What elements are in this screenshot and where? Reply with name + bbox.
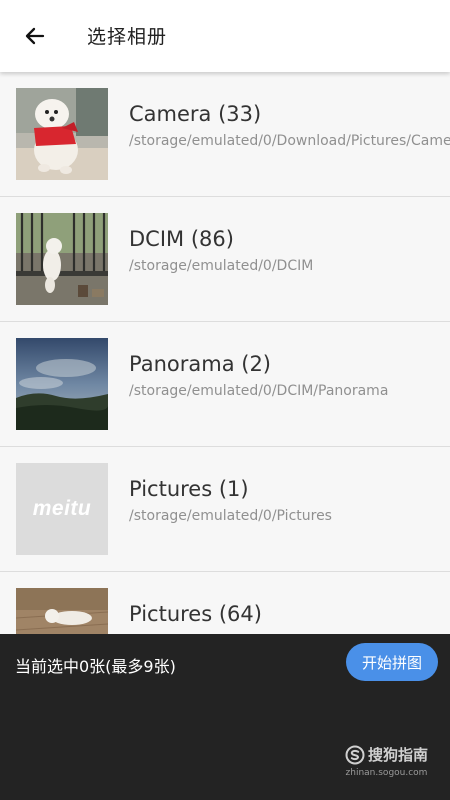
- album-name: Pictures (1): [129, 477, 249, 501]
- album-name: Panorama (2): [129, 352, 271, 376]
- album-thumbnail: [16, 213, 108, 305]
- album-item-camera[interactable]: Camera (33) /storage/emulated/0/Download…: [0, 72, 450, 197]
- selection-count-text: 当前选中0张(最多9张): [15, 657, 176, 676]
- album-list[interactable]: Camera (33) /storage/emulated/0/Download…: [0, 72, 450, 634]
- album-path: /storage/emulated/0/Download/Pictures/Ca…: [129, 133, 450, 149]
- album-thumbnail: [16, 338, 108, 430]
- album-path: /storage/emulated/0/Pictures: [129, 508, 332, 524]
- arrow-left-icon: [25, 27, 45, 45]
- dog-photo: [16, 88, 108, 180]
- album-thumbnail: meitu: [16, 463, 108, 555]
- dog-on-balcony-photo: [16, 213, 108, 305]
- watermark-domain: zhinan.sogou.com: [345, 768, 428, 778]
- album-item-pictures-64[interactable]: Pictures (64): [0, 572, 450, 634]
- album-path: /storage/emulated/0/DCIM/Panorama: [129, 383, 389, 399]
- album-item-dcim[interactable]: DCIM (86) /storage/emulated/0/DCIM: [0, 197, 450, 322]
- album-name: DCIM (86): [129, 227, 234, 251]
- album-path: /storage/emulated/0/DCIM: [129, 258, 314, 274]
- bottom-panel: 当前选中0张(最多9张) 开始拼图 搜狗指南 zhinan.sogou.com: [0, 634, 450, 800]
- back-button[interactable]: [14, 16, 56, 56]
- album-name: Pictures (64): [129, 602, 262, 626]
- album-item-panorama[interactable]: Panorama (2) /storage/emulated/0/DCIM/Pa…: [0, 322, 450, 447]
- meitu-logo: meitu: [32, 497, 92, 520]
- sky-landscape-photo: [16, 338, 108, 430]
- album-thumbnail: [16, 588, 108, 634]
- app-bar: 选择相册: [0, 0, 450, 72]
- album-name: Camera (33): [129, 102, 262, 126]
- page-title: 选择相册: [87, 26, 168, 48]
- album-item-pictures[interactable]: meitu Pictures (1) /storage/emulated/0/P…: [0, 447, 450, 572]
- album-thumbnail: [16, 88, 108, 180]
- start-collage-button[interactable]: 开始拼图: [346, 643, 438, 681]
- dog-on-floor-photo: [16, 588, 108, 634]
- sogou-watermark: 搜狗指南 zhinan.sogou.com: [345, 744, 428, 778]
- watermark-brand: 搜狗指南: [367, 746, 428, 764]
- sogou-s-icon: [345, 745, 365, 764]
